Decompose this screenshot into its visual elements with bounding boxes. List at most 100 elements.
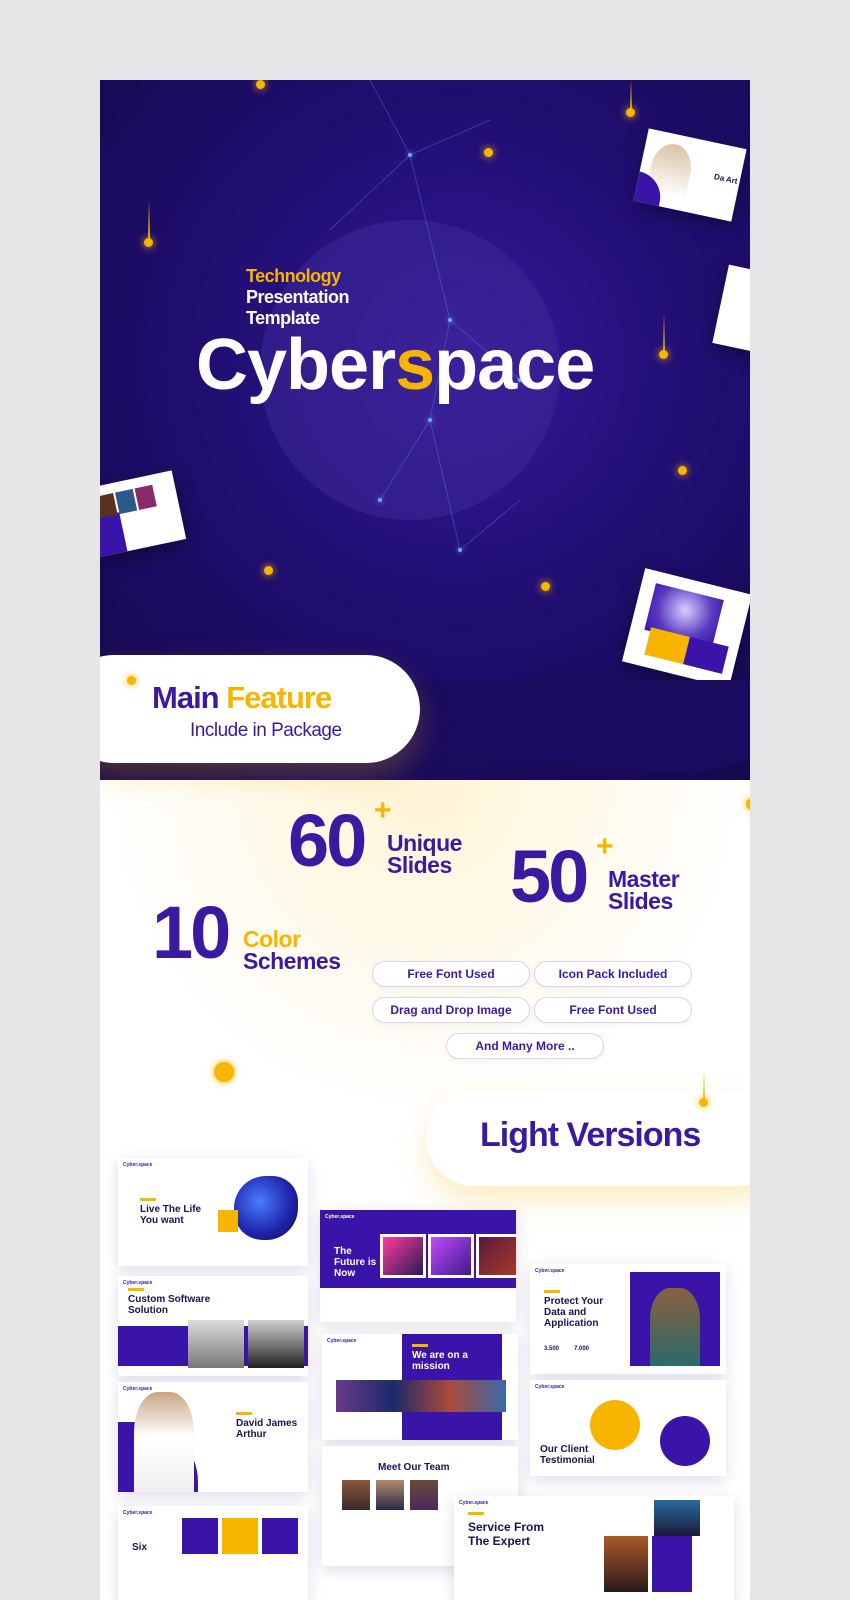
option-card: [182, 1518, 218, 1554]
stat-label-line: Slides: [387, 852, 452, 878]
light-dot: [678, 466, 687, 475]
stat-label-line: Unique: [387, 830, 462, 856]
feature-chip: Drag and Drop Image: [372, 997, 530, 1023]
slide-title: Live The Life You want: [140, 1204, 202, 1226]
network-node: [428, 418, 432, 422]
thumb-title: Da Art: [713, 172, 739, 186]
pretitle-presentation: Presentation: [246, 287, 350, 307]
title-part1: Cyber: [196, 325, 396, 405]
feature-chip: Free Font Used: [372, 961, 530, 987]
title-highlight: s: [395, 325, 435, 405]
slide-logo: Cyber.space: [459, 1500, 489, 1506]
slide-team-member: Cyber.space David James Arthur: [118, 1382, 308, 1492]
network-node: [408, 153, 412, 157]
yellow-blob: [590, 1400, 640, 1450]
slide-logo: Cyber.space: [123, 1386, 153, 1392]
main-feature-subtitle: Include in Package: [190, 720, 342, 741]
main-feature-title: Main Feature: [152, 680, 332, 716]
expert-photo: [604, 1536, 648, 1592]
network-node: [378, 498, 382, 502]
team-photo: [342, 1480, 370, 1510]
slide-title: Six: [132, 1542, 148, 1553]
team-photo: [376, 1480, 404, 1510]
stat-label-master: Master Slides: [608, 866, 680, 914]
stat-plus: +: [596, 830, 614, 863]
slide-six: Cyber.space Six: [118, 1506, 308, 1600]
light-dot: [541, 582, 550, 591]
purple-panel: [683, 636, 729, 674]
stat-value: 3.500: [544, 1346, 560, 1352]
slide-title: We are on a mission: [412, 1350, 468, 1372]
slide-testimonial: Cyber.space Our Client Testimonial: [530, 1380, 726, 1476]
slide-service-expert: Cyber.space Service From The Expert: [454, 1496, 734, 1600]
light-dot: [214, 1062, 234, 1082]
slide-protect-data: Cyber.space Protect Your Data and Applic…: [530, 1264, 726, 1374]
stat-number-colors: 10: [152, 891, 231, 974]
slide-the-future: Cyber.space The Future is Now: [320, 1210, 516, 1322]
light-dot: [484, 148, 493, 157]
option-card: [222, 1518, 258, 1554]
robot-photo: [188, 1320, 244, 1368]
slide-title: The Future is Now: [334, 1246, 377, 1279]
slide-title: Protect Your Data and Application: [544, 1296, 604, 1329]
slide-logo: Cyber.space: [535, 1268, 565, 1274]
accent-bar: [468, 1512, 484, 1515]
stat-label-line: Master: [608, 866, 680, 892]
slide-logo: Cyber.space: [123, 1510, 153, 1516]
pretitle-technology: Technology: [246, 266, 341, 286]
image-card: [476, 1234, 516, 1278]
slide-custom-software: Cyber.space Custom Software Solution: [118, 1276, 308, 1376]
slide-title: Service From The Expert: [468, 1520, 545, 1548]
slide-mission: Cyber.space We are on a mission: [322, 1334, 518, 1440]
feature-chip: And Many More ..: [446, 1033, 604, 1059]
stat-label-unique: Unique Slides: [387, 830, 462, 878]
feature-chip: Icon Pack Included: [534, 961, 692, 987]
image-strip: [336, 1380, 506, 1412]
slide-logo: Cyber.space: [535, 1384, 565, 1390]
light-pin: [148, 200, 150, 240]
team-photo: [410, 1480, 438, 1510]
purple-blob: [660, 1416, 710, 1466]
vr-person-figure: [650, 1288, 700, 1366]
network-node: [448, 318, 452, 322]
slide-title: Custom Software Solution: [128, 1294, 211, 1316]
yellow-label: [218, 1210, 238, 1232]
slide-title: Our Client Testimonial: [540, 1444, 595, 1466]
poster: Technology Presentation Template Cybersp…: [100, 80, 750, 1600]
image-card: [428, 1234, 474, 1278]
light-dot: [659, 350, 668, 359]
slide-logo: Cyber.space: [123, 1162, 153, 1168]
feature-word: Feature: [226, 680, 332, 715]
image-block: [115, 488, 138, 515]
vr-blob-image: [234, 1176, 298, 1240]
title-part2: pace: [434, 325, 595, 405]
slide-logo: Cyber.space: [327, 1338, 357, 1344]
main-feature-word: Main: [152, 680, 220, 715]
robot-photo: [248, 1320, 304, 1368]
feature-chip: Free Font Used: [534, 997, 692, 1023]
image-block: [134, 484, 157, 510]
slide-title: Meet Our Team: [378, 1462, 450, 1473]
stat-label-colors: Color Schemes: [243, 928, 341, 974]
light-versions-title: Light Versions: [480, 1116, 701, 1154]
light-dot: [127, 676, 136, 685]
accent-bar: [236, 1412, 252, 1415]
light-dot: [256, 80, 265, 89]
person-photo: [134, 1392, 194, 1492]
purple-panel: [652, 1536, 692, 1592]
light-dot: [699, 1098, 708, 1107]
expert-photo: [654, 1500, 700, 1536]
accent-bar: [544, 1290, 560, 1293]
stat-label-line: Schemes: [243, 948, 341, 974]
slide-live-the-life: Cyber.space Live The Life You want: [118, 1158, 308, 1266]
accent-bar: [412, 1344, 428, 1347]
slide-logo: Cyber.space: [325, 1214, 355, 1220]
accent-bar: [140, 1198, 156, 1201]
option-card: [262, 1518, 298, 1554]
pretitle: Technology Presentation Template: [246, 266, 350, 329]
stat-value: 7.000: [574, 1346, 590, 1352]
network-node: [458, 548, 462, 552]
slide-title: David James Arthur: [236, 1418, 298, 1440]
light-pin: [703, 1070, 705, 1100]
stat-label-line: Slides: [608, 888, 673, 914]
